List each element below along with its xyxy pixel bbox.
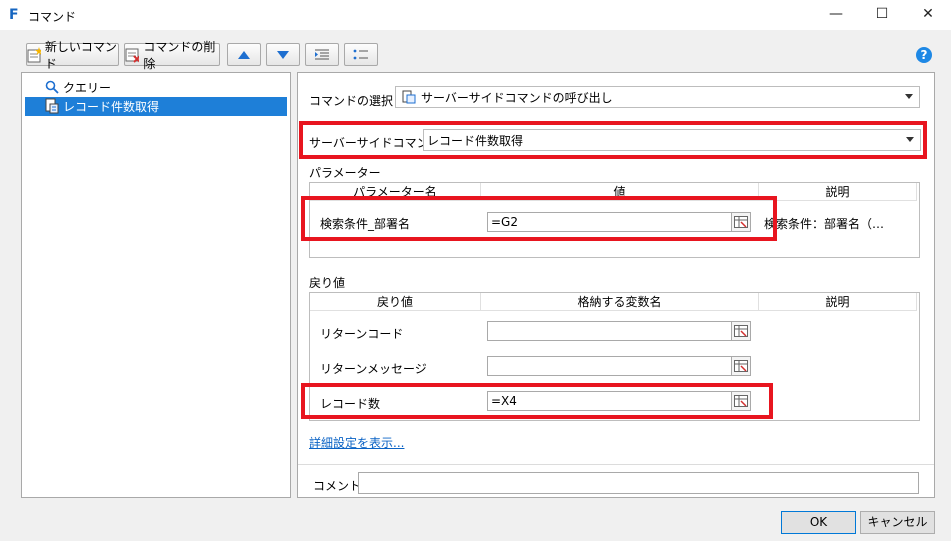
delete-command-label: コマンドの削除 (143, 39, 216, 71)
params-header-desc: 説明 (759, 183, 917, 201)
move-up-button[interactable] (227, 43, 261, 66)
minimize-button[interactable]: — (813, 0, 859, 30)
returns-header-desc: 説明 (759, 293, 917, 311)
record-count-input[interactable]: =X4 (487, 391, 732, 411)
server-command-icon (45, 98, 59, 114)
params-header-name: パラメーター名 (310, 183, 481, 201)
chevron-down-icon (906, 137, 914, 142)
cancel-button[interactable]: キャンセル (860, 511, 935, 534)
list-button[interactable] (344, 43, 378, 66)
params-grid: パラメーター名 値 説明 検索条件_部署名 =G2 検索条件：部署名（… (309, 182, 920, 258)
server-command-dropdown[interactable]: レコード件数取得 (423, 129, 921, 151)
new-command-label: 新しいコマンド (44, 39, 117, 71)
indent-button[interactable] (305, 43, 339, 66)
comment-label: コメント (313, 479, 362, 493)
new-command-button[interactable]: 新しいコマンド (26, 40, 119, 71)
chevron-down-icon (905, 94, 913, 99)
return-code-input[interactable] (487, 321, 732, 341)
formula-picker-button[interactable] (731, 321, 751, 341)
formula-picker-button[interactable] (731, 356, 751, 376)
params-section-label: パラメーター (309, 166, 381, 180)
comment-input[interactable] (358, 472, 919, 494)
tree-item-record-count[interactable]: レコード件数取得 (25, 97, 287, 116)
advanced-settings-link[interactable]: 詳細設定を表示... (309, 434, 404, 451)
delete-command-button[interactable]: コマンドの削除 (124, 40, 220, 71)
indent-icon (315, 49, 329, 59)
tree-item-query[interactable]: クエリー (25, 78, 111, 97)
delete-command-icon (125, 48, 140, 63)
arrow-down-icon (277, 50, 289, 59)
tree-item-label: クエリー (63, 81, 112, 95)
ok-button[interactable]: OK (781, 511, 856, 534)
return-name-code: リターンコード (320, 327, 404, 341)
maximize-button[interactable]: ☐ (859, 0, 905, 30)
command-tree: クエリー レコード件数取得 (21, 72, 291, 498)
tree-item-label: レコード件数取得 (63, 100, 160, 114)
formula-picker-icon (734, 325, 748, 337)
param-value-input[interactable]: =G2 (487, 212, 732, 232)
command-settings-panel: コマンドの選択： サーバーサイドコマンドの呼び出し サーバーサイドコマンド： レ… (297, 72, 935, 498)
returns-section-label: 戻り値 (309, 276, 346, 290)
returns-grid: 戻り値 格納する変数名 説明 リターンコード リターンメッセージ レコード数 =… (309, 292, 920, 421)
returns-header-name: 戻り値 (310, 293, 481, 311)
app-logo-icon: F (9, 7, 19, 23)
title-bar (0, 0, 951, 30)
move-down-button[interactable] (266, 43, 300, 66)
help-icon[interactable]: ? (916, 47, 932, 63)
return-name-record-count: レコード数 (320, 397, 381, 411)
server-command-value: レコード件数取得 (427, 133, 524, 148)
formula-picker-icon (734, 395, 748, 407)
arrow-up-icon (238, 50, 250, 59)
param-description: 検索条件：部署名（… (764, 217, 885, 231)
server-command-icon (402, 90, 416, 104)
command-select-label: コマンドの選択： (309, 94, 406, 108)
list-icon (353, 49, 368, 59)
params-header-value: 値 (481, 183, 759, 201)
close-button[interactable]: ✕ (905, 0, 951, 30)
formula-picker-icon (734, 216, 748, 228)
formula-picker-button[interactable] (731, 212, 751, 232)
return-message-input[interactable] (487, 356, 732, 376)
formula-picker-button[interactable] (731, 391, 751, 411)
new-command-icon (27, 46, 41, 62)
command-select-dropdown[interactable]: サーバーサイドコマンドの呼び出し (395, 86, 920, 108)
param-name: 検索条件_部署名 (320, 217, 411, 231)
command-select-value: サーバーサイドコマンドの呼び出し (421, 90, 613, 105)
formula-picker-icon (734, 360, 748, 372)
divider (298, 464, 934, 465)
return-name-message: リターンメッセージ (320, 362, 427, 376)
window-title: コマンド (28, 10, 77, 24)
returns-header-variable: 格納する変数名 (481, 293, 759, 311)
search-icon (45, 80, 59, 94)
